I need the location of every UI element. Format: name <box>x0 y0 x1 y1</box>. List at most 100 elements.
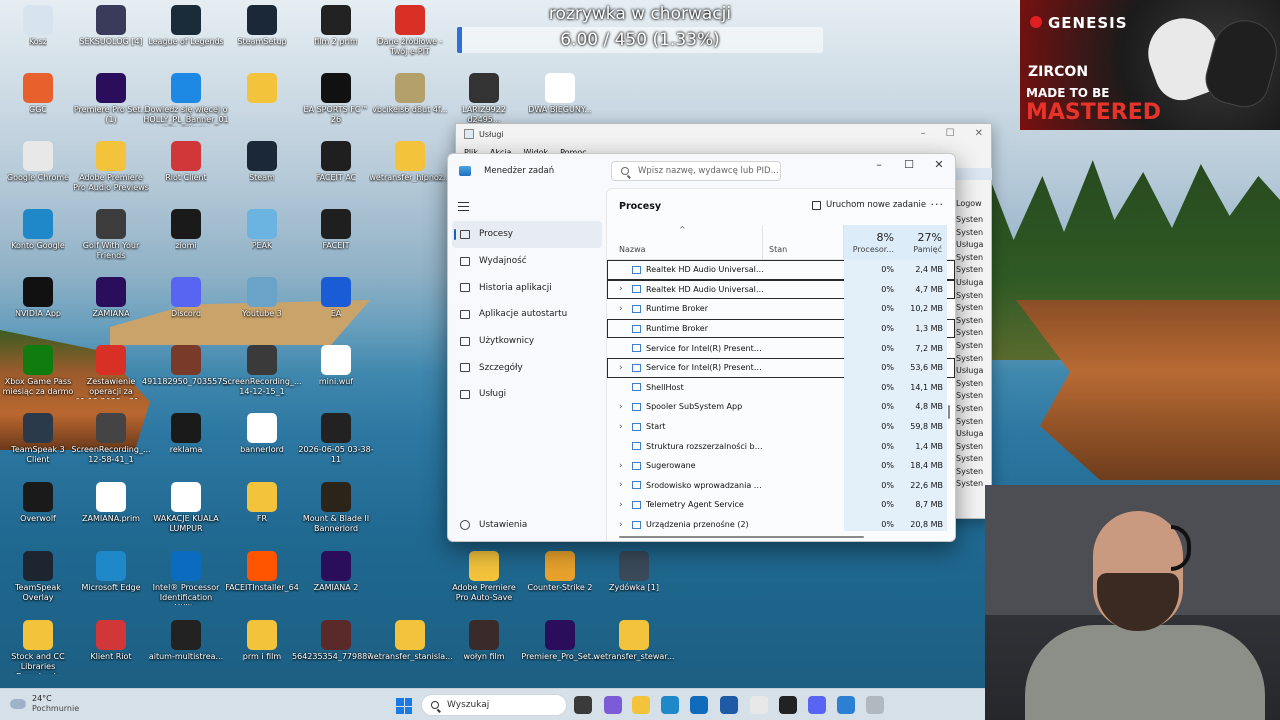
desktop-icon[interactable]: DWA BIEGUNY... <box>522 73 598 115</box>
edge-icon[interactable] <box>661 696 679 714</box>
sidebar-item-processes[interactable]: Procesy <box>452 221 602 248</box>
services-row[interactable]: Systen <box>956 478 983 491</box>
start-button[interactable] <box>396 698 412 714</box>
desktop-icon[interactable]: PEAK <box>224 209 300 251</box>
desktop-icon[interactable]: 564235354_779887... <box>292 620 380 662</box>
desktop-icon[interactable]: wetransfer_stewar... <box>594 620 674 662</box>
task-manager-window[interactable]: Menedżer zadań Wpisz nazwę, wydawcę lub … <box>447 153 956 542</box>
services-row[interactable]: Systen <box>956 453 983 466</box>
desktop-icon[interactable]: Dane źródłowe - Twój e-PIT <box>372 5 448 57</box>
desktop-icon[interactable]: wetransfer_hipnoz... <box>369 141 451 183</box>
desktop-icon[interactable]: reklama <box>148 413 224 455</box>
table-row[interactable]: › Spooler SubSystem App 0% 4,8 MB <box>607 397 955 417</box>
services-row[interactable]: Systen <box>956 302 983 315</box>
services-row[interactable]: Systen <box>956 327 983 340</box>
taskview-icon[interactable] <box>574 696 592 714</box>
store-icon[interactable] <box>720 696 738 714</box>
desktop-icon[interactable]: Xbox Game Pass miesiąc za darmo <box>0 345 76 397</box>
table-row[interactable]: › Telemetry Agent Service 0% 8,7 MB <box>607 495 955 515</box>
desktop-icon[interactable]: WAKACJE KUALA LUMPUR <box>148 482 224 534</box>
sidebar-item-services[interactable]: Usługi <box>452 381 602 408</box>
services-row[interactable]: Systen <box>956 416 983 429</box>
desktop-icon[interactable]: Zydówka [1] <box>596 551 672 593</box>
maximize-icon[interactable]: ☐ <box>903 158 915 171</box>
file-explorer-icon[interactable] <box>632 696 650 714</box>
horizontal-scrollbar[interactable] <box>619 536 864 538</box>
copilot-icon[interactable] <box>604 696 622 714</box>
desktop-icon[interactable]: Kosz <box>0 5 76 47</box>
services-row[interactable]: Usługa <box>956 428 983 441</box>
column-memory[interactable]: 27% Pamięć <box>899 225 947 260</box>
services-row[interactable]: Systen <box>956 466 983 479</box>
chevron-right-icon[interactable]: › <box>619 304 623 314</box>
desktop-icon[interactable]: FACEIT AC <box>298 141 374 183</box>
services-row[interactable]: Usługa <box>956 277 983 290</box>
hamburger-menu-icon[interactable] <box>458 202 469 214</box>
desktop-icon[interactable]: Counter-Strike 2 <box>522 551 598 593</box>
obs-icon[interactable] <box>779 696 797 714</box>
desktop-icon[interactable]: wetransfer_stanisla... <box>367 620 453 662</box>
chevron-right-icon[interactable]: › <box>619 520 623 530</box>
services-row[interactable]: Usługa <box>956 239 983 252</box>
desktop-icon[interactable]: SteamSetup <box>224 5 300 47</box>
desktop-icon[interactable]: Intel® Processor Identification Utility <box>148 551 224 605</box>
desktop-icon[interactable]: Adobe Premiere Pro Audio Previews <box>73 141 149 193</box>
chevron-right-icon[interactable]: › <box>619 422 623 432</box>
desktop-icon[interactable]: Golf With Your Friends <box>73 209 149 261</box>
desktop-icon[interactable]: Google Chrome <box>0 141 76 183</box>
desktop-icon[interactable]: prm i film <box>224 620 300 662</box>
column-name[interactable]: Nazwa <box>619 245 646 254</box>
column-status[interactable]: Stan <box>769 245 787 254</box>
desktop-icon[interactable]: Microsoft Edge <box>73 551 149 593</box>
sidebar-item-app-history[interactable]: Historia aplikacji <box>452 274 602 301</box>
services-column-header[interactable]: Logow <box>956 199 982 208</box>
services-row[interactable]: Systen <box>956 353 983 366</box>
table-row[interactable]: › Urządzenia przenośne (2) 0% 20,8 MB <box>607 514 955 531</box>
services-row[interactable]: Systen <box>956 290 983 303</box>
desktop-icon[interactable]: Premiere Pro Set... (1) <box>73 73 149 125</box>
table-row[interactable]: Realtek HD Audio Universal Se... 0% 2,4 MB <box>607 260 955 280</box>
table-row[interactable]: › Start 0% 59,8 MB <box>607 416 955 437</box>
desktop-icon[interactable]: Adobe Premiere Pro Auto-Save <box>446 551 522 603</box>
desktop-icon[interactable]: Dowiedz się więcej o HOLLY_PL_Banner_01 … <box>143 73 229 127</box>
desktop-icon[interactable]: Overwolf <box>0 482 76 524</box>
desktop-icon[interactable] <box>224 73 300 105</box>
services-titlebar[interactable]: Usługi <box>456 124 991 144</box>
desktop-icon[interactable]: wołyn film <box>446 620 522 662</box>
outlook-icon[interactable] <box>690 696 708 714</box>
table-row[interactable]: ShellHost 0% 14,1 MB <box>607 377 955 398</box>
sidebar-item-startup-apps[interactable]: Aplikacje autostartu <box>452 301 602 328</box>
weather-widget[interactable]: 24°C Pochmurnie <box>10 694 79 714</box>
desktop-icon[interactable]: ziomi <box>148 209 224 251</box>
desktop-icon[interactable]: ZAMIANA.prim <box>73 482 149 524</box>
desktop-icon[interactable]: FACEIT <box>298 209 374 251</box>
desktop-icon[interactable]: NVIDIA App <box>0 277 76 319</box>
desktop-icon[interactable]: Riot Client <box>148 141 224 183</box>
chevron-right-icon[interactable]: › <box>619 480 623 490</box>
misc-app-icon[interactable] <box>866 696 884 714</box>
table-row[interactable]: Service for Intel(R) PresentMo... 0% 7,2 M… <box>607 338 955 358</box>
desktop-icon[interactable]: Mount & Blade II Bannerlord <box>298 482 374 534</box>
desktop-icon[interactable]: aitum-multistrea... <box>148 620 224 662</box>
services-row[interactable]: Systen <box>956 378 983 391</box>
minimize-icon[interactable]: – <box>873 158 885 171</box>
sidebar-item-users[interactable]: Użytkownicy <box>452 328 602 355</box>
desktop-icon[interactable]: Discord <box>148 277 224 319</box>
services-row[interactable]: Systen <box>956 227 983 240</box>
desktop-icon[interactable]: FACEITInstaller_64 <box>224 551 300 593</box>
table-row[interactable]: › Środowisko wprowadzania da... 0% 22,6 MB <box>607 475 955 496</box>
desktop-icon[interactable]: 2026-06-05 03-38-11 <box>298 413 374 465</box>
services-row[interactable]: Systen <box>956 403 983 416</box>
services-row[interactable]: Systen <box>956 252 983 265</box>
more-options-button[interactable]: ··· <box>931 198 945 211</box>
services-row[interactable]: Systen <box>956 264 983 277</box>
desktop-icon[interactable]: Stock and CC Libraries Downloads <box>0 620 76 674</box>
chevron-right-icon[interactable]: › <box>619 500 623 510</box>
services-row[interactable]: Systen <box>956 441 983 454</box>
services-row[interactable]: Systen <box>956 214 983 227</box>
desktop-icon[interactable]: League of Legends <box>148 5 224 47</box>
maximize-icon[interactable]: ☐ <box>946 128 955 139</box>
process-search-input[interactable]: Wpisz nazwę, wydawcę lub PID... <box>611 161 781 181</box>
chevron-right-icon[interactable]: › <box>619 284 623 294</box>
column-divider[interactable] <box>762 225 763 260</box>
